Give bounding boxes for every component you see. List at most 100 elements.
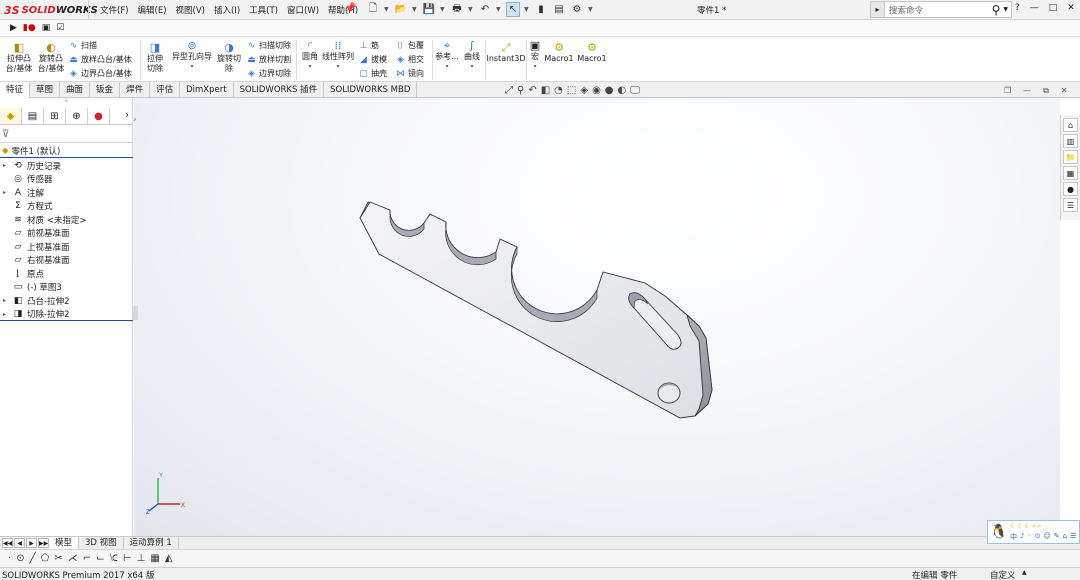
options-gear-icon[interactable]: ⚙ (570, 2, 584, 17)
menu-tools[interactable]: 工具(T) (249, 4, 278, 16)
pin-menu-icon[interactable]: 📌 (344, 3, 356, 14)
maximize-button[interactable]: □ (1049, 3, 1058, 13)
menu-insert[interactable]: 插入(I) (214, 4, 240, 16)
chevron-down-icon[interactable]: ▾ (533, 62, 536, 72)
restore-window-icon[interactable]: ❐ (1004, 86, 1011, 96)
chevron-down-icon[interactable]: ▼ (588, 6, 594, 13)
run-macro-icon[interactable]: ▶ (10, 23, 17, 33)
tree-item[interactable]: ▭ (-) 草图3 (0, 281, 62, 294)
search-commands-box[interactable]: ▸ 搜索命令 ⚲ ▼ (870, 1, 1012, 18)
tab-motion-study[interactable]: 运动算例 1 (124, 536, 179, 550)
tree-item[interactable]: ▱ 上视基准面 (0, 240, 70, 253)
tree-item[interactable]: ▱ 右视基准面 (0, 254, 70, 267)
panel-resize-handle[interactable] (133, 306, 138, 320)
tree-item[interactable]: ▸ A 注解 (0, 186, 44, 199)
more-tabs-icon[interactable]: › (125, 108, 133, 124)
tree-item[interactable]: ▸ ◨ 切除-拉伸2 (0, 308, 70, 321)
search-icon[interactable]: ⚲ (992, 3, 1004, 17)
view-settings-icon[interactable]: 🖵 (630, 85, 640, 96)
edit-macro-icon[interactable]: ▣ (42, 23, 51, 33)
solidworks-logo[interactable]: 3S SOLIDWORKS (4, 2, 98, 18)
loft-boss-button[interactable]: ⏏ 放样凸台/基体 (68, 53, 131, 66)
mirror-button[interactable]: ⋈ 镜向 (395, 67, 424, 80)
chevron-down-icon[interactable]: ▼ (1003, 6, 1011, 13)
tab-dimxpert[interactable]: DimXpert (180, 82, 234, 98)
instant3d-button[interactable]: ⤢ Instant3D (486, 41, 525, 64)
apply-scene-icon[interactable]: ◐ (618, 85, 627, 96)
tab-weldments[interactable]: 焊件 (120, 82, 151, 98)
chevron-up-icon[interactable]: ▲ (1022, 569, 1027, 576)
minimize-button[interactable]: — (1030, 3, 1039, 13)
tree-root-part[interactable]: ◆ 零件1 (默认) (0, 145, 133, 158)
rebuild-icon[interactable]: ▮ (534, 2, 548, 17)
chevron-down-icon[interactable]: ▾ (308, 62, 311, 72)
edit-appearance-icon[interactable]: ● (605, 85, 614, 96)
menu-view[interactable]: 视图(V) (176, 4, 205, 16)
home-icon[interactable]: ⌂ (1063, 118, 1078, 132)
ime-music-icon[interactable]: ♪ (1020, 532, 1024, 542)
revolve-boss-button[interactable]: ◐ 旋转凸台/基体 (37, 41, 65, 74)
dynamic-annotation-icon[interactable]: ◔ (554, 85, 563, 96)
expand-arrow-icon[interactable]: ▸ (0, 189, 9, 196)
new-macro-icon[interactable]: ☑ (56, 23, 64, 33)
stop-macro-icon[interactable]: ▮● (23, 23, 36, 33)
expand-arrow-icon[interactable]: ▸ (0, 311, 9, 318)
intersect-button[interactable]: ◈ 相交 (395, 53, 424, 66)
help-icon[interactable]: ? (1015, 3, 1020, 13)
line-icon[interactable]: ╱ (30, 553, 36, 564)
sketch-fillet-icon[interactable]: ⌐ (83, 553, 91, 564)
chevron-down-icon[interactable]: ▼ (384, 6, 390, 13)
file-properties-icon[interactable]: ▤ (552, 2, 566, 17)
relations-icon[interactable]: ⊥ (137, 553, 146, 564)
tab-sketch[interactable]: 草图 (30, 82, 61, 98)
trim-icon[interactable]: ✂ (54, 553, 62, 564)
chevron-down-icon[interactable]: ▼ (440, 6, 446, 13)
linear-sketch-pattern-icon[interactable]: ▦ (150, 553, 159, 564)
section-view-icon[interactable]: ◧ (541, 85, 550, 96)
smart-dimension-icon[interactable]: ⊢ (123, 553, 132, 564)
display-style-icon[interactable]: ◈ (580, 85, 588, 96)
chevron-down-icon[interactable]: ▼ (496, 6, 502, 13)
tab-mbd[interactable]: SOLIDWORKS MBD (324, 82, 418, 98)
tab-model[interactable]: 模型 (49, 536, 80, 550)
zoom-to-fit-icon[interactable]: ⤢ (505, 85, 513, 96)
prev-tab-icon[interactable]: ◀ (14, 538, 25, 548)
ime-fullwidth-icon[interactable]: ⊙ (1035, 532, 1041, 542)
units-system-button[interactable]: 自定义 (990, 569, 1016, 580)
circle-icon[interactable]: ⊙ (16, 553, 24, 564)
view-palette-icon[interactable]: ▦ (1063, 166, 1078, 180)
point-icon[interactable]: · (8, 553, 11, 564)
file-explorer-icon[interactable]: 📁 (1063, 150, 1078, 164)
chevron-down-icon[interactable]: ▼ (468, 6, 474, 13)
tab-features[interactable]: 特征 (0, 82, 31, 98)
panel-grip[interactable]: • (0, 98, 133, 106)
previous-view-icon[interactable]: ↶ (528, 85, 536, 96)
chevron-down-icon[interactable]: ▾ (336, 62, 339, 72)
boundary-boss-button[interactable]: ◈ 边界凸台/基体 (68, 67, 132, 80)
revolve-cut-button[interactable]: ◑ 旋转切除 (216, 41, 242, 74)
menu-window[interactable]: 窗口(W) (287, 4, 319, 16)
chevron-down-icon[interactable]: ▼ (412, 6, 418, 13)
hide-show-icon[interactable]: ◉ (592, 85, 601, 96)
expand-arrow-icon[interactable]: ▸ (0, 162, 9, 169)
tab-3d-views[interactable]: 3D 视图 (79, 536, 124, 550)
tree-item[interactable]: ≋ 材质 <未指定> (0, 213, 86, 226)
ime-punct-icon[interactable]: ◦ (1027, 532, 1031, 542)
ime-menu-icon[interactable]: ☰ (1070, 532, 1076, 542)
tab-addins[interactable]: SOLIDWORKS 插件 (234, 82, 325, 98)
print-icon[interactable]: 🖶 (450, 2, 464, 17)
sketch-chamfer-icon[interactable]: ⌙ (96, 553, 104, 564)
extrude-cut-button[interactable]: ◨ 拉伸切除 (143, 41, 167, 74)
ime-skin-icon[interactable]: ☾☾☾∘∘ (1010, 522, 1043, 530)
curves-button[interactable]: ʃ 曲线 ▾ (462, 39, 482, 72)
polygon-icon[interactable]: ⬠ (41, 553, 50, 564)
expand-arrow-icon[interactable]: ▸ (0, 297, 9, 304)
select-pointer-icon[interactable]: ↖ (506, 2, 520, 17)
propertymanager-tab-icon[interactable]: ▤ (22, 108, 44, 124)
macro1-button[interactable]: ⚙ Macro1 (544, 41, 573, 64)
appearances-icon[interactable]: ● (1063, 182, 1078, 196)
reference-geometry-button[interactable]: ⌖ 参考... ▾ (435, 39, 459, 72)
mirror-entities-icon[interactable]: ◭ (165, 553, 173, 564)
close-doc-button[interactable]: ✕ (1061, 86, 1068, 96)
hole-wizard-button[interactable]: ⊚ 异型孔向导 ▾ (170, 39, 214, 72)
